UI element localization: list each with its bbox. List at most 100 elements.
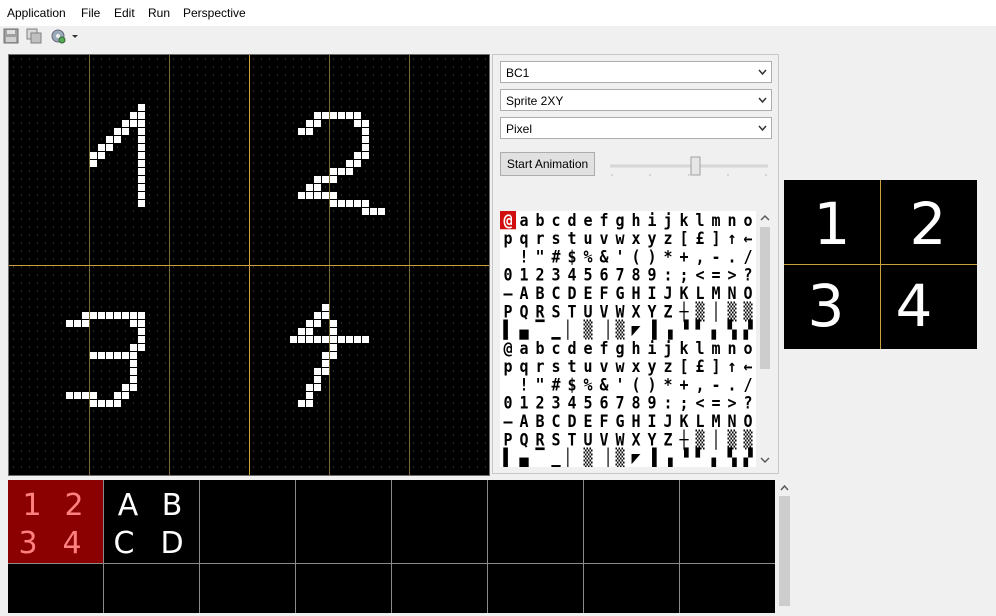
charset-glyph[interactable]: + <box>679 246 688 266</box>
charset-glyph[interactable]: ▗ <box>663 448 672 467</box>
charset-glyph[interactable]: G <box>615 411 624 431</box>
editor-pixel[interactable] <box>330 192 337 199</box>
editor-pixel[interactable] <box>322 304 329 311</box>
editor-pixel[interactable] <box>130 368 137 375</box>
copy-icon[interactable] <box>26 28 42 44</box>
editor-pixel[interactable] <box>330 336 337 343</box>
editor-pixel[interactable] <box>306 400 313 407</box>
charset-glyph[interactable]: ▌ <box>503 447 513 467</box>
editor-pixel[interactable] <box>138 168 145 175</box>
editor-pixel[interactable] <box>314 368 321 375</box>
charset-glyph[interactable]: F <box>599 411 608 431</box>
charset-glyph[interactable]: u <box>583 228 592 248</box>
charset-glyph[interactable]: 5 <box>583 393 592 413</box>
charset-glyph[interactable]: < <box>695 393 704 413</box>
charset-glyph[interactable]: = <box>711 265 720 285</box>
charset-glyph[interactable]: ▏ <box>567 447 577 467</box>
charset-glyph[interactable]: t <box>567 356 576 376</box>
editor-pixel[interactable] <box>298 192 305 199</box>
editor-pixel[interactable] <box>130 360 137 367</box>
charset-glyph[interactable]: 6 <box>599 265 608 285</box>
charset-glyph[interactable]: ◤ <box>631 320 640 340</box>
charset-glyph[interactable]: T <box>567 429 576 449</box>
editor-pixel[interactable] <box>130 352 137 359</box>
charset-glyph[interactable]: 9 <box>647 265 656 285</box>
charset-glyph[interactable]: z <box>663 356 672 376</box>
editor-pixel[interactable] <box>314 192 321 199</box>
editor-pixel[interactable] <box>298 400 305 407</box>
charset-glyph[interactable]: 0 <box>503 265 512 285</box>
editor-pixel[interactable] <box>138 120 145 127</box>
editor-pixel[interactable] <box>346 160 353 167</box>
charset-glyph[interactable]: ▝ <box>679 447 688 467</box>
charset-glyph[interactable]: + <box>679 374 688 394</box>
editor-pixel[interactable] <box>306 128 313 135</box>
charset-glyph[interactable]: x <box>631 228 640 248</box>
editor-pixel[interactable] <box>330 200 337 207</box>
charset-glyph[interactable]: [ <box>679 356 688 376</box>
charset-glyph[interactable]: Z <box>663 301 672 321</box>
charset-glyph[interactable]: M <box>711 411 720 431</box>
editor-pixel[interactable] <box>122 384 129 391</box>
editor-pixel[interactable] <box>98 144 105 151</box>
editor-pixel[interactable] <box>114 136 121 143</box>
charset-glyph[interactable]: ▒ <box>583 448 592 467</box>
editor-pixel[interactable] <box>98 400 105 407</box>
menu-file[interactable]: File <box>81 6 100 20</box>
charset-glyph[interactable]: ; <box>679 393 688 413</box>
charset-glyph[interactable]: o <box>743 338 752 358</box>
charset-glyph[interactable]: P <box>503 429 512 449</box>
editor-pixel[interactable] <box>138 152 145 159</box>
charset-glyph[interactable]: / <box>743 374 752 394</box>
editor-pixel[interactable] <box>114 352 121 359</box>
charset-glyph[interactable]: i <box>647 338 656 358</box>
charset-glyph[interactable]: = <box>711 393 720 413</box>
editor-pixel[interactable] <box>114 128 121 135</box>
charset-glyph[interactable]: ! <box>519 246 528 266</box>
editor-pixel[interactable] <box>138 184 145 191</box>
charset-glyph[interactable]: a <box>519 338 528 358</box>
editor-pixel[interactable] <box>66 392 73 399</box>
charset-glyph[interactable]: Z <box>663 429 672 449</box>
charset-glyph[interactable]: r <box>535 356 544 376</box>
draw-mode-select[interactable]: Pixel <box>500 117 772 139</box>
charset-glyph[interactable]: W <box>615 301 624 321</box>
charset-glyph[interactable]: ◤ <box>631 448 640 467</box>
editor-pixel[interactable] <box>322 352 329 359</box>
charset-glyph[interactable]: 8 <box>631 265 640 285</box>
charset-glyph[interactable]: . <box>727 246 736 266</box>
charset-glyph[interactable]: ▔ <box>535 319 545 340</box>
editor-pixel[interactable] <box>106 352 113 359</box>
charset-glyph[interactable]: 5 <box>583 265 592 285</box>
editor-pixel[interactable] <box>354 120 361 127</box>
editor-pixel[interactable] <box>314 112 321 119</box>
charset-glyph[interactable]: y <box>647 228 656 248</box>
editor-pixel[interactable] <box>354 336 361 343</box>
charset-glyph[interactable]: G <box>615 283 624 303</box>
charset-glyph[interactable]: % <box>583 374 592 394</box>
charset-glyph[interactable]: ▒ <box>743 301 752 321</box>
charset-glyph[interactable]: 8 <box>631 393 640 413</box>
charset-glyph[interactable]: ← <box>743 228 752 248</box>
charset-glyph[interactable]: P <box>503 301 512 321</box>
charset-glyph[interactable]: V <box>599 429 608 449</box>
charset-glyph[interactable]: s <box>551 356 560 376</box>
charset-glyph[interactable]: £ <box>695 228 704 248</box>
charset-glyph[interactable]: X <box>631 429 640 449</box>
editor-pixel[interactable] <box>362 128 369 135</box>
dropdown-arrow-icon[interactable] <box>70 28 80 44</box>
charset-glyph[interactable]: ▒ <box>615 320 624 340</box>
charset-glyph[interactable]: # <box>551 374 560 394</box>
editor-pixel[interactable] <box>362 152 369 159</box>
editor-pixel[interactable] <box>306 328 313 335</box>
editor-pixel[interactable] <box>330 176 337 183</box>
editor-pixel[interactable] <box>330 112 337 119</box>
charset-glyph[interactable]: ▔ <box>535 447 545 467</box>
charset-glyph[interactable]: [ <box>679 228 688 248</box>
charset-glyph[interactable]: ! <box>519 374 528 394</box>
charset-glyph[interactable]: @ <box>503 338 512 358</box>
charset-glyph[interactable]: 1 <box>519 393 528 413</box>
editor-pixel[interactable] <box>138 128 145 135</box>
charset-glyph[interactable]: 2 <box>535 265 544 285</box>
editor-pixel[interactable] <box>322 312 329 319</box>
